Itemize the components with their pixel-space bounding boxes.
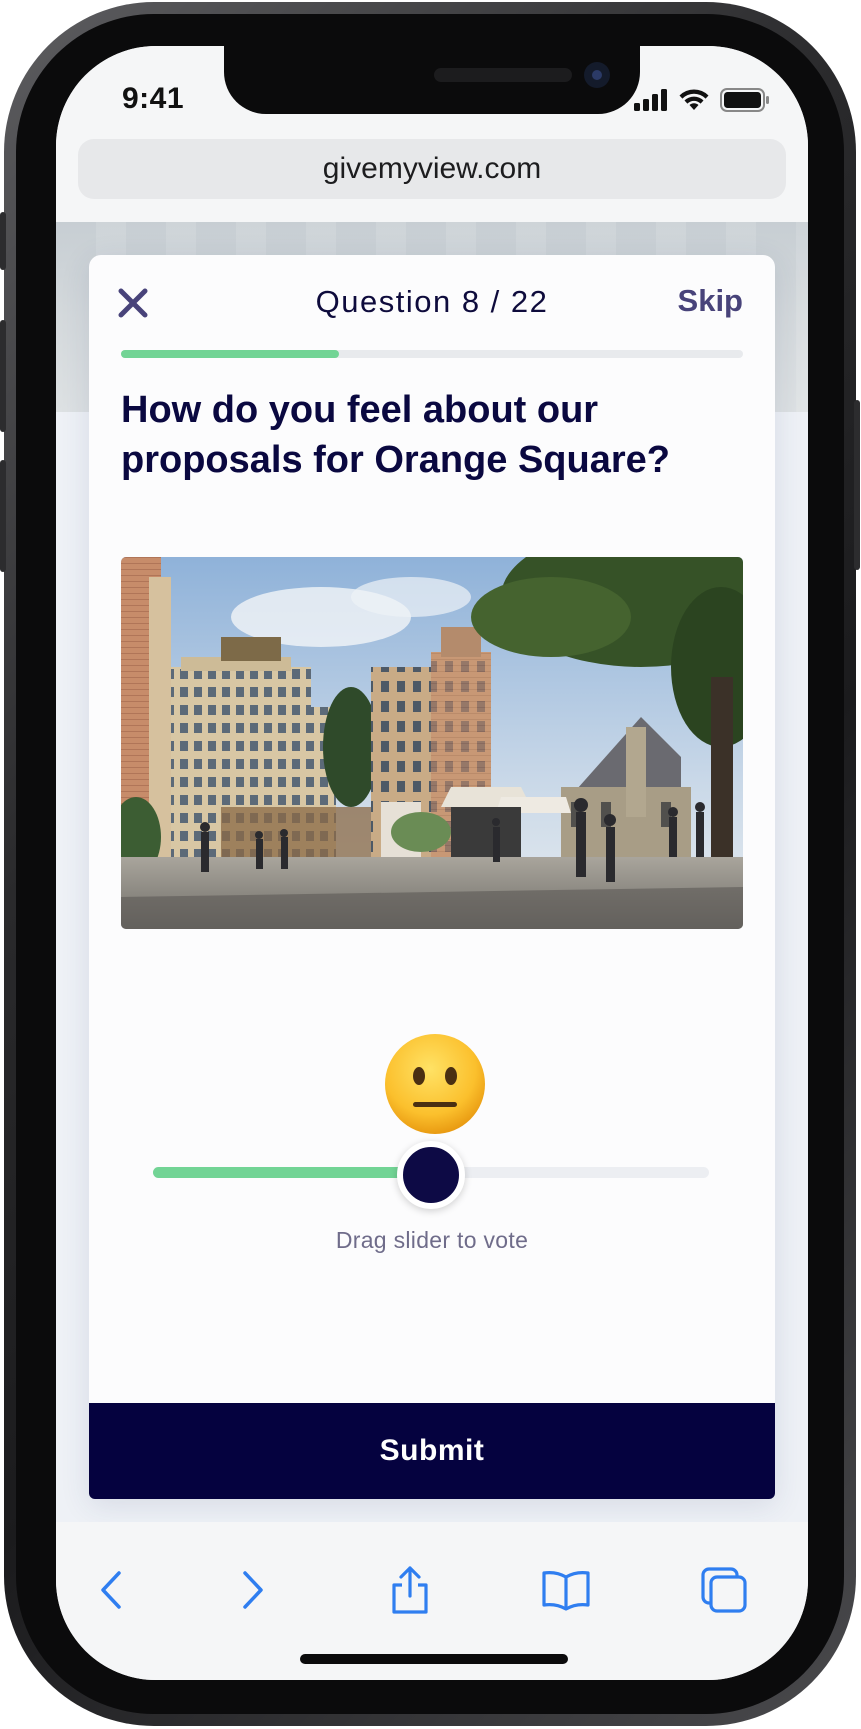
silent-switch <box>0 212 6 270</box>
bookmarks-button[interactable] <box>538 1562 594 1618</box>
web-content: Question 8 / 22 Skip How do you feel abo… <box>56 222 808 1522</box>
back-icon <box>101 1571 121 1609</box>
tabs-icon <box>701 1567 747 1613</box>
neutral-face-icon <box>385 1034 485 1134</box>
status-icons <box>634 88 770 112</box>
status-time: 9:41 <box>122 82 185 115</box>
vote-slider-thumb[interactable] <box>397 1141 465 1209</box>
notch <box>224 46 640 114</box>
question-title: How do you feel about our proposals for … <box>121 389 670 481</box>
progress-bar-fill <box>121 350 339 358</box>
cellular-signal-icon <box>634 89 667 111</box>
submit-button[interactable]: Submit <box>89 1403 775 1499</box>
url-text: givemyview.com <box>322 152 542 185</box>
volume-up-button <box>0 320 6 432</box>
volume-down-button <box>0 460 6 572</box>
browser-toolbar <box>56 1522 808 1680</box>
front-camera <box>584 62 610 88</box>
home-indicator <box>300 1654 568 1664</box>
orange-square-rendering <box>121 557 743 929</box>
share-button[interactable] <box>382 1562 438 1618</box>
back-button[interactable] <box>84 1562 140 1618</box>
skip-button[interactable]: Skip <box>678 283 743 319</box>
vote-slider-fill <box>153 1167 431 1178</box>
speaker <box>434 68 572 82</box>
bookmarks-icon <box>542 1571 590 1611</box>
battery-icon <box>720 88 769 112</box>
slider-hint: Drag slider to vote <box>335 1227 529 1253</box>
forward-button[interactable] <box>224 1562 280 1618</box>
address-bar[interactable]: givemyview.com <box>78 139 786 199</box>
tabs-button[interactable] <box>696 1562 752 1618</box>
progress-bar <box>121 350 743 358</box>
wifi-icon <box>679 89 709 110</box>
question-counter: Question 8 / 22 <box>315 284 549 319</box>
forward-icon <box>243 1571 263 1609</box>
share-icon <box>392 1566 428 1614</box>
phone-screen: 9:41 givemyview.com Question 8 / 22 Skip… <box>56 46 808 1680</box>
power-button <box>854 400 860 570</box>
survey-card: Question 8 / 22 Skip How do you feel abo… <box>89 255 775 1499</box>
